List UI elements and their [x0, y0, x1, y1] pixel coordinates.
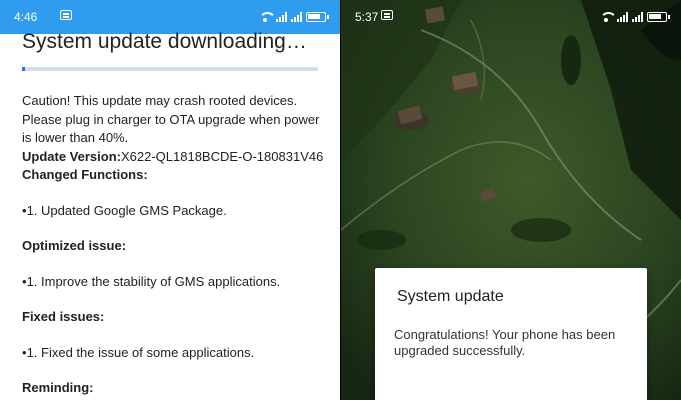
signal-icon: [632, 12, 643, 22]
update-version: Update Version:X622-QL1818BCDE-O-180831V…: [22, 148, 328, 167]
status-bar: 4:46: [0, 0, 340, 34]
fixed-heading: Fixed issues:: [22, 309, 105, 324]
battery-icon: [647, 12, 670, 22]
dialog-message: Congratulations! Your phone has been upg…: [394, 327, 616, 358]
dialog-title: System update: [397, 288, 504, 305]
changed-functions-heading: Changed Functions:: [22, 167, 148, 182]
status-time: 5:37: [355, 10, 379, 24]
update-version-value: X622-QL1818BCDE-O-180831V46: [120, 148, 324, 164]
update-version-label: Update Version:: [22, 148, 121, 164]
download-progress-bar: [22, 67, 318, 71]
download-progress-fill: [22, 67, 25, 71]
page-title: System update downloading…: [22, 30, 307, 53]
signal-icon: [617, 12, 628, 22]
update-notes: Caution! This update may crash rooted de…: [22, 92, 328, 398]
message-icon: [60, 10, 72, 20]
changed-functions-item-text: 1. Updated Google GMS Package.: [26, 202, 227, 218]
signal-icon: [291, 12, 302, 22]
reminding-heading: Reminding:: [22, 380, 94, 395]
optimized-item: 1. Improve the stability of GMS applicat…: [22, 273, 328, 292]
battery-icon: [306, 12, 329, 22]
optimized-heading: Optimized issue:: [22, 238, 127, 253]
fixed-item: 1. Fixed the issue of some applications.: [22, 344, 328, 363]
status-bar: 5:37: [341, 0, 681, 34]
right-phone-screen: 5:37 System update Congratulations! Your…: [341, 0, 681, 400]
signal-icon: [276, 12, 287, 22]
message-icon: [381, 10, 393, 20]
status-icons: [259, 10, 329, 22]
optimized-item-text: 1. Improve the stability of GMS applicat…: [26, 273, 281, 289]
status-icons: [600, 10, 670, 22]
update-success-dialog: System update Congratulations! Your phon…: [375, 268, 647, 400]
caution-text: Caution! This update may crash rooted de…: [22, 93, 320, 145]
wifi-icon: [259, 12, 276, 22]
status-time: 4:46: [14, 10, 38, 24]
left-phone-screen: 4:46 System update downloading… Caution!…: [0, 0, 340, 400]
changed-functions-item: 1. Updated Google GMS Package.: [22, 202, 328, 221]
wifi-icon: [600, 12, 617, 22]
fixed-item-text: 1. Fixed the issue of some applications.: [26, 344, 255, 360]
